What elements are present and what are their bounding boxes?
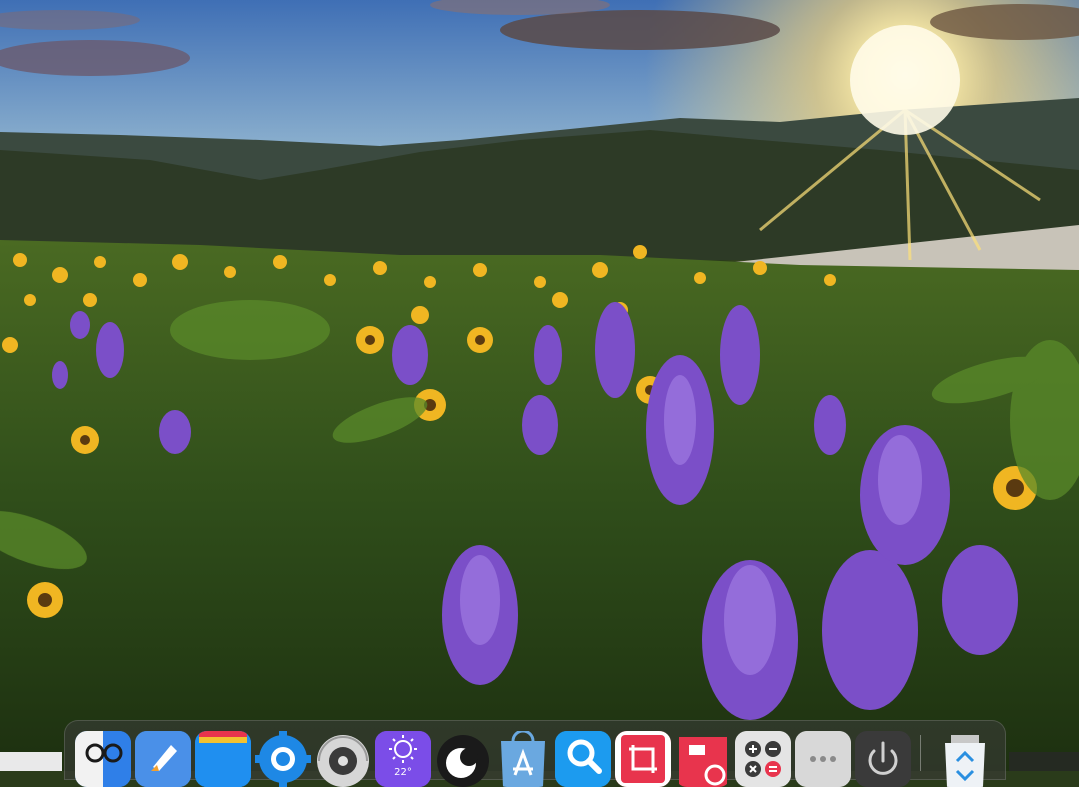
right-panel-edge [1009,752,1079,771]
calculator-icon[interactable] [735,731,791,787]
theme-icon[interactable] [435,731,491,787]
recycle-bin-icon[interactable] [937,731,993,787]
search-icon[interactable] [555,731,611,787]
weather-icon[interactable]: 22° [375,731,431,787]
screenshot-icon[interactable] [615,731,671,787]
launchpad-icon[interactable] [135,731,191,787]
disk-utility-icon[interactable] [315,731,371,787]
dock-separator [920,735,921,771]
weather-temperature: 22° [394,767,412,778]
finder-icon[interactable] [75,731,131,787]
app-store-icon[interactable] [495,731,551,787]
desktop-wallpaper [0,0,1079,771]
mindmap-icon[interactable] [675,731,731,787]
settings-gear-icon[interactable] [255,731,311,787]
power-icon[interactable] [855,731,911,787]
files-icon[interactable] [195,731,251,787]
dock: 22° [64,720,1006,787]
more-icon[interactable] [795,731,851,787]
left-panel-edge [0,752,62,771]
